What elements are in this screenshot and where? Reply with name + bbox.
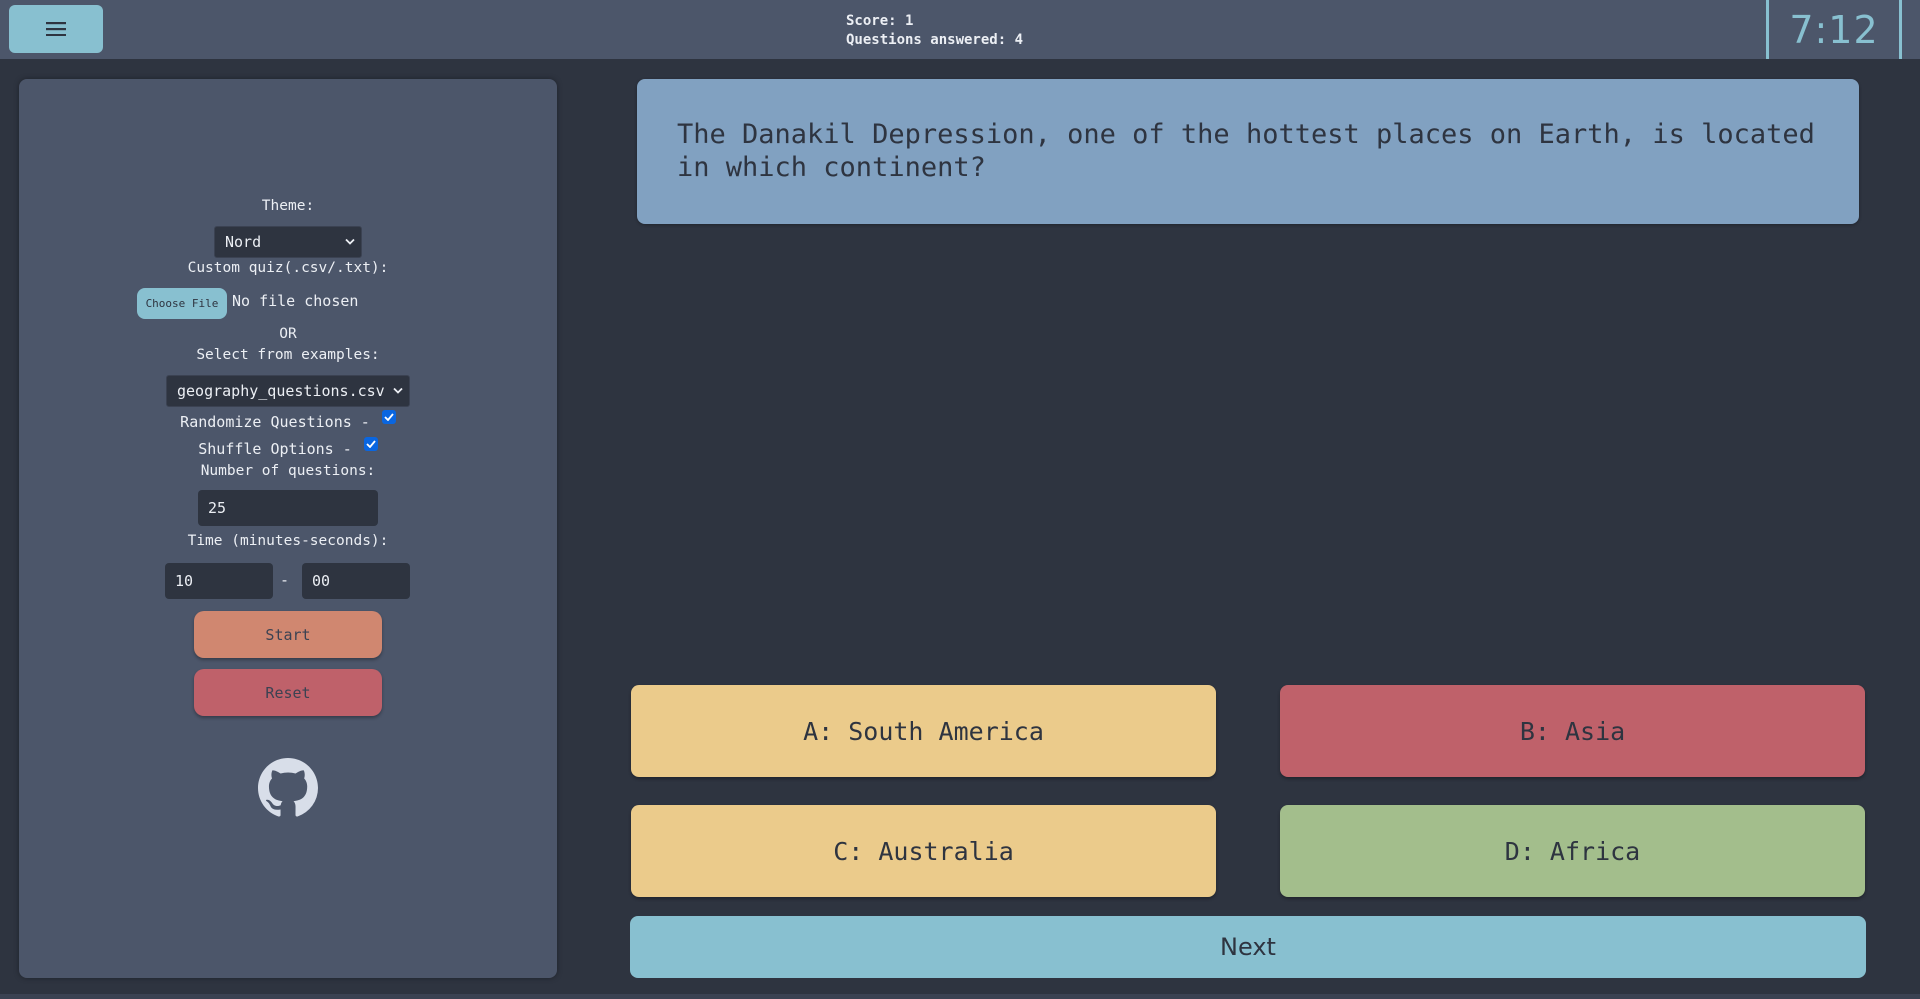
file-status-text: No file chosen bbox=[232, 292, 359, 310]
checkmark-icon bbox=[366, 440, 376, 448]
top-bar: Score: 1 Questions answered: 4 7:12 bbox=[0, 0, 1920, 59]
choose-file-button[interactable]: Choose File bbox=[137, 288, 227, 319]
custom-quiz-label: Custom quiz(.csv/.txt): bbox=[187, 260, 389, 276]
answer-option-d[interactable]: D: Africa bbox=[1280, 805, 1865, 897]
time-seconds-input[interactable]: 00 bbox=[302, 563, 410, 599]
examples-select-value: geography_questions.csv bbox=[177, 382, 385, 400]
randomize-label: Randomize Questions - bbox=[180, 413, 370, 431]
start-button[interactable]: Start bbox=[194, 611, 382, 658]
num-questions-input[interactable]: 25 bbox=[198, 490, 378, 526]
checkmark-icon bbox=[384, 413, 394, 421]
questions-answered-text: Questions answered: 4 bbox=[846, 32, 1024, 48]
question-card: The Danakil Depression, one of the hotte… bbox=[637, 79, 1859, 224]
answer-option-c[interactable]: C: Australia bbox=[631, 805, 1216, 897]
score-panel: Score: 1 Questions answered: 4 bbox=[846, 12, 1023, 50]
score-text: Score: 1 bbox=[846, 13, 914, 29]
shuffle-row: Shuffle Options - bbox=[19, 437, 557, 458]
theme-select-value: Nord bbox=[225, 233, 262, 251]
next-button[interactable]: Next bbox=[630, 916, 1866, 978]
chevron-down-icon bbox=[393, 387, 403, 394]
num-questions-label: Number of questions: bbox=[200, 463, 376, 479]
chevron-down-icon bbox=[345, 238, 355, 245]
hamburger-menu-icon bbox=[46, 22, 66, 36]
reset-button[interactable]: Reset bbox=[194, 669, 382, 716]
randomize-row: Randomize Questions - bbox=[19, 410, 557, 431]
answer-option-a[interactable]: A: South America bbox=[631, 685, 1216, 777]
shuffle-checkbox[interactable] bbox=[363, 437, 378, 451]
github-icon[interactable] bbox=[258, 758, 318, 818]
examples-label: Select from examples: bbox=[196, 347, 380, 363]
time-separator: - bbox=[280, 571, 290, 589]
settings-sidebar: Theme: Nord Custom quiz(.csv/.txt): Choo… bbox=[19, 79, 557, 978]
theme-select[interactable]: Nord bbox=[214, 226, 362, 258]
time-label: Time (minutes-seconds): bbox=[187, 533, 389, 549]
shuffle-label: Shuffle Options - bbox=[198, 440, 352, 458]
or-label: OR bbox=[279, 326, 297, 342]
timer: 7:12 bbox=[1766, 0, 1902, 59]
bottom-divider bbox=[0, 994, 1920, 999]
randomize-checkbox[interactable] bbox=[381, 410, 396, 424]
examples-select[interactable]: geography_questions.csv bbox=[166, 375, 410, 407]
menu-button[interactable] bbox=[9, 5, 103, 53]
question-text: The Danakil Depression, one of the hotte… bbox=[677, 119, 1815, 183]
answer-option-b[interactable]: B: Asia bbox=[1280, 685, 1865, 777]
time-minutes-input[interactable]: 10 bbox=[165, 563, 273, 599]
theme-label: Theme: bbox=[261, 198, 315, 214]
